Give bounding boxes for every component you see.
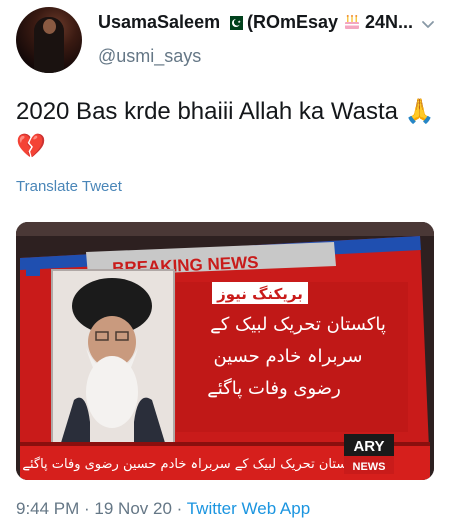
display-name[interactable]: UsamaSaleem: [98, 12, 220, 32]
tweet-metadata: 9:44 PM · 19 Nov 20 · Twitter Web App: [16, 499, 310, 519]
user-handle[interactable]: @usmi_says: [98, 46, 201, 67]
pakistan-flag-icon: [224, 16, 243, 30]
urdu-line-1: پاکستان تحریک لبیک کے: [210, 314, 386, 335]
urdu-title: بریکنگ نیوز: [216, 285, 303, 303]
translate-tweet-link[interactable]: Translate Tweet: [16, 178, 122, 195]
source-app-link[interactable]: Twitter Web App: [187, 499, 310, 518]
chevron-down-icon[interactable]: [420, 16, 436, 32]
ary-news-text: NEWS: [353, 461, 386, 473]
birthday-cake-icon: [344, 15, 359, 29]
avatar[interactable]: [16, 7, 82, 73]
news-ticker: پاکستان تحریک لبیک کے سربراہ خادم حسین ر…: [22, 456, 362, 472]
author-line[interactable]: UsamaSaleem (ROmEsay 24N...: [98, 12, 422, 33]
avatar-face: [43, 19, 56, 34]
tweet-media-image[interactable]: BREAKING NEWS بریکنگ نیوز پاکستان تحریک …: [16, 222, 434, 480]
timestamp[interactable]: 9:44 PM · 19 Nov 20 ·: [16, 499, 187, 518]
display-name-suffix[interactable]: (ROmEsay: [247, 12, 338, 32]
display-name-tail[interactable]: 24N...: [365, 12, 413, 32]
urdu-line-3: رضوی وفات پاگئے: [207, 377, 341, 399]
tweet-text: 2020 Bas krde bhaiii Allah ka Wasta 🙏💔: [16, 98, 435, 160]
urdu-line-2: سربراہ خادم حسین: [213, 346, 362, 367]
ary-logo-text: ARY: [353, 438, 384, 455]
news-screenshot: BREAKING NEWS بریکنگ نیوز پاکستان تحریک …: [16, 222, 434, 480]
